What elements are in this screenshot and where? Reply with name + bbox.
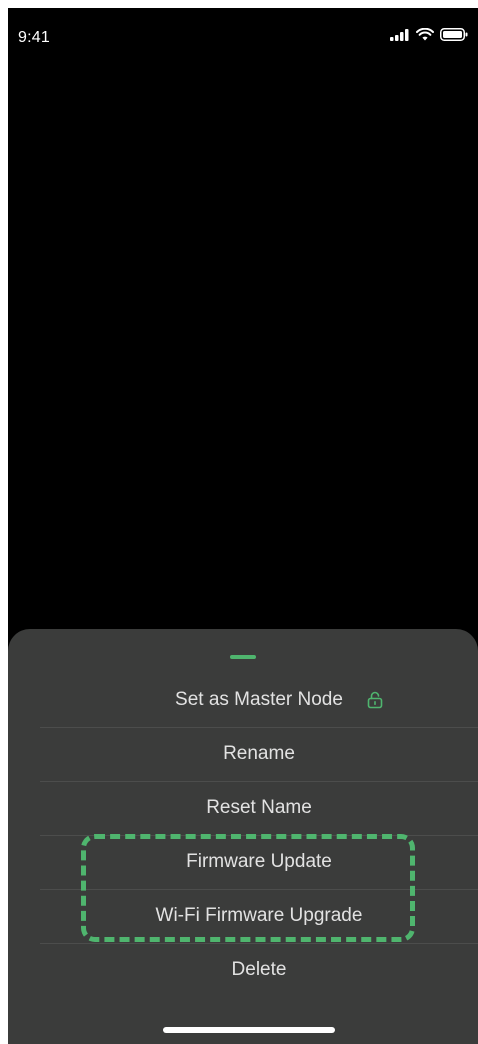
status-time: 9:41 bbox=[18, 29, 50, 46]
battery-icon bbox=[440, 28, 468, 41]
delete-label: Delete bbox=[231, 959, 287, 980]
set-master-node-label: Set as Master Node bbox=[175, 689, 343, 710]
rename-label: Rename bbox=[223, 743, 295, 764]
rename-item[interactable]: Rename bbox=[40, 727, 478, 782]
reset-name-label: Reset Name bbox=[206, 797, 312, 818]
wifi-icon bbox=[416, 28, 434, 41]
wifi-firmware-upgrade-item[interactable]: Wi-Fi Firmware Upgrade bbox=[40, 889, 478, 944]
firmware-update-label: Firmware Update bbox=[186, 851, 332, 872]
reset-name-item[interactable]: Reset Name bbox=[40, 781, 478, 836]
status-icons bbox=[390, 28, 468, 41]
lock-open-icon bbox=[367, 691, 383, 709]
firmware-update-item[interactable]: Firmware Update bbox=[40, 835, 478, 890]
phone-screen: 9:41 Set as Master Node Rename Reset Nam… bbox=[8, 8, 478, 1044]
wifi-firmware-upgrade-label: Wi-Fi Firmware Upgrade bbox=[155, 905, 363, 926]
delete-item[interactable]: Delete bbox=[40, 943, 478, 997]
sheet-grabber[interactable] bbox=[230, 655, 256, 659]
home-indicator bbox=[163, 1027, 335, 1033]
set-master-node-item[interactable]: Set as Master Node bbox=[40, 673, 478, 728]
signal-bars-icon bbox=[390, 28, 409, 41]
status-bar: 9:41 bbox=[8, 8, 478, 62]
action-sheet: Set as Master Node Rename Reset Name Fir… bbox=[8, 629, 478, 1044]
